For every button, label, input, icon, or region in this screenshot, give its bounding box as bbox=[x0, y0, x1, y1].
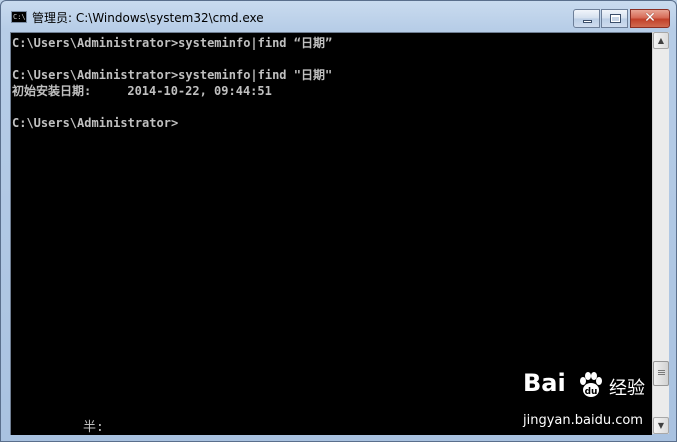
grip-icon bbox=[658, 370, 665, 371]
baidu-jingyan-watermark: Bai du 经验 jingyan.baidu.com bbox=[523, 369, 645, 429]
chevron-up-icon: ▲ bbox=[657, 36, 665, 45]
cmd-icon[interactable]: C:\ bbox=[11, 11, 27, 23]
watermark-url: jingyan.baidu.com bbox=[523, 413, 643, 428]
svg-text:du: du bbox=[585, 387, 598, 397]
watermark-logo-text: Bai bbox=[523, 369, 566, 397]
maximize-icon bbox=[610, 14, 621, 23]
vertical-scrollbar[interactable]: ▲ ▼ bbox=[652, 32, 669, 434]
title-bar[interactable]: C:\ 管理员: C:\Windows\system32\cmd.exe ✕ bbox=[1, 1, 676, 32]
close-icon: ✕ bbox=[644, 10, 656, 26]
console-line: C:\Users\Administrator>systeminfo|find “… bbox=[12, 36, 333, 50]
console-lines: C:\Users\Administrator>systeminfo|find “… bbox=[12, 35, 332, 131]
chevron-down-icon: ▼ bbox=[657, 421, 665, 430]
scroll-down-button[interactable]: ▼ bbox=[653, 417, 669, 434]
maximize-button[interactable] bbox=[601, 9, 628, 28]
console-prompt[interactable]: C:\Users\Administrator> bbox=[12, 115, 332, 131]
window-title: 管理员: C:\Windows\system32\cmd.exe bbox=[32, 11, 264, 25]
scroll-up-button[interactable]: ▲ bbox=[653, 32, 669, 49]
console-line: C:\Users\Administrator>systeminfo|find "… bbox=[12, 68, 333, 82]
ime-status: 半: bbox=[83, 420, 104, 435]
minimize-icon bbox=[583, 20, 592, 23]
close-button[interactable]: ✕ bbox=[630, 9, 670, 28]
minimize-button[interactable] bbox=[573, 9, 600, 28]
watermark-brand: 经验 bbox=[609, 378, 645, 399]
cmd-window: C:\ 管理员: C:\Windows\system32\cmd.exe ✕ C… bbox=[0, 0, 677, 442]
console-line: 初始安装日期: 2014-10-22, 09:44:51 bbox=[12, 84, 272, 98]
paw-icon: du bbox=[580, 372, 602, 397]
scroll-thumb[interactable] bbox=[653, 361, 669, 386]
